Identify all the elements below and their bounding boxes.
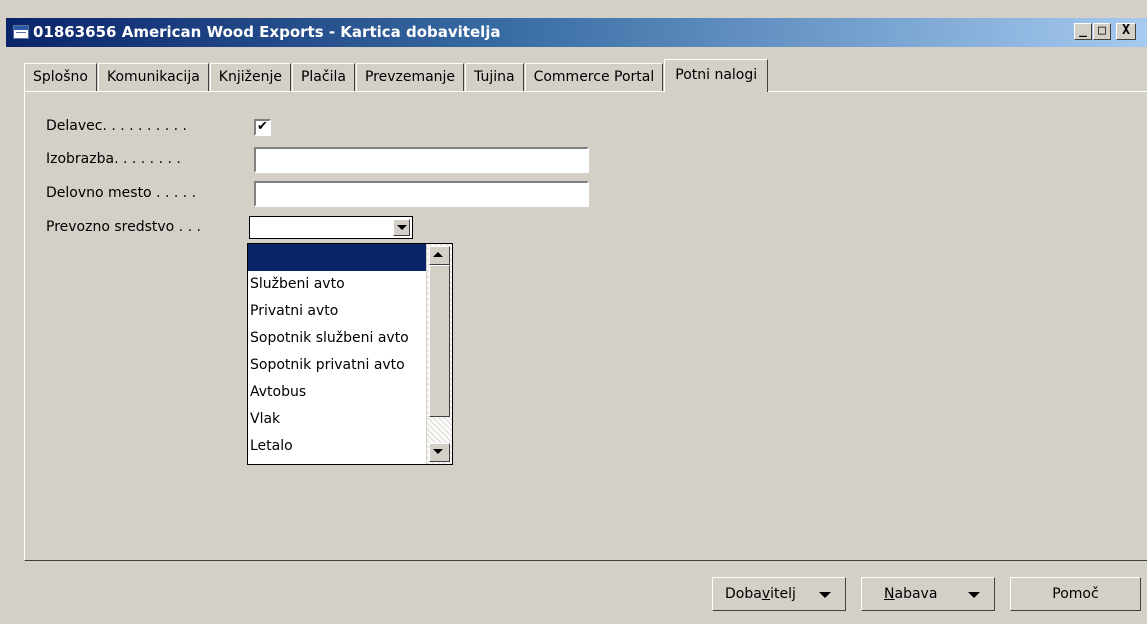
dropdown-option[interactable]: Sopotnik službeni avto (248, 325, 428, 352)
label-part: itelj (770, 586, 796, 602)
dropdown-option[interactable]: Službeni avto (248, 271, 428, 298)
tab-placila[interactable]: Plačila (291, 63, 355, 91)
label-part: Doba (725, 586, 762, 602)
tab-knjizenje[interactable]: Knjiženje (209, 63, 291, 91)
tab-commerce-portal[interactable]: Commerce Portal (524, 63, 664, 91)
chevron-down-icon (968, 592, 980, 598)
prevozno-sredstvo-label: Prevozno sredstvo . . . (46, 219, 201, 235)
tab-potni-nalogi[interactable]: Potni nalogi (664, 59, 769, 92)
pomoc-button[interactable]: Pomoč (1010, 577, 1141, 611)
tab-strip: Splošno Komunikacija Knjiženje Plačila P… (24, 58, 769, 92)
dropdown-option[interactable]: Vlak (248, 406, 428, 433)
mnemonic: v (761, 586, 771, 602)
delovno-mesto-input[interactable] (254, 181, 589, 207)
combo-dropdown-button[interactable] (393, 219, 410, 236)
mnemonic: N (884, 586, 895, 602)
dobavitelj-label: Dobavitelj (725, 578, 796, 610)
checkmark-icon: ✔ (257, 119, 268, 134)
dropdown-option[interactable] (248, 244, 428, 271)
minimize-button[interactable]: _ (1074, 23, 1092, 40)
scroll-down-button[interactable] (429, 443, 450, 462)
izobrazba-label: Izobrazba. . . . . . . . (46, 151, 181, 167)
prevozno-sredstvo-combo[interactable] (249, 216, 413, 239)
tab-tujina[interactable]: Tujina (465, 63, 524, 91)
scroll-up-button[interactable] (429, 246, 450, 265)
maximize-icon: □ (1098, 23, 1106, 38)
tab-splosno[interactable]: Splošno (24, 63, 97, 91)
nabava-menu-button[interactable]: Nabava (861, 577, 995, 611)
close-icon: X (1122, 23, 1130, 38)
nabava-label: Nabava (884, 578, 937, 610)
close-button[interactable]: X (1116, 23, 1136, 40)
dropdown-option[interactable]: Sopotnik privatni avto (248, 352, 428, 379)
label-part: abava (894, 586, 938, 602)
chevron-down-icon (819, 592, 831, 598)
tab-prevzemanje[interactable]: Prevzemanje (355, 63, 465, 91)
dropdown-scrollbar[interactable] (426, 244, 452, 464)
dropdown-option[interactable]: Letalo (248, 433, 428, 460)
window-title: 01863656 American Wood Exports - Kartica… (33, 23, 501, 41)
chevron-down-icon (397, 225, 407, 230)
scroll-thumb[interactable] (429, 265, 450, 417)
tab-komunikacija[interactable]: Komunikacija (97, 63, 209, 91)
title-bar[interactable]: 01863656 American Wood Exports - Kartica… (6, 18, 1147, 47)
pomoc-label: Pomoč (1052, 586, 1099, 602)
minimize-icon: _ (1079, 23, 1087, 38)
delavec-checkbox[interactable]: ✔ (254, 119, 271, 136)
dropdown-option[interactable]: Privatni avto (248, 298, 428, 325)
izobrazba-input[interactable] (254, 147, 589, 173)
maximize-button[interactable]: □ (1093, 23, 1111, 40)
delovno-mesto-label: Delovno mesto . . . . . (46, 185, 197, 201)
table-icon (13, 25, 29, 39)
prevozno-sredstvo-dropdown[interactable]: Službeni avto Privatni avto Sopotnik slu… (247, 243, 453, 465)
chevron-up-icon (433, 252, 443, 257)
dropdown-option[interactable]: Avtobus (248, 379, 428, 406)
dobavitelj-menu-button[interactable]: Dobavitelj (712, 577, 846, 611)
delavec-label: Delavec. . . . . . . . . . (46, 118, 188, 134)
chevron-down-icon (433, 449, 443, 454)
